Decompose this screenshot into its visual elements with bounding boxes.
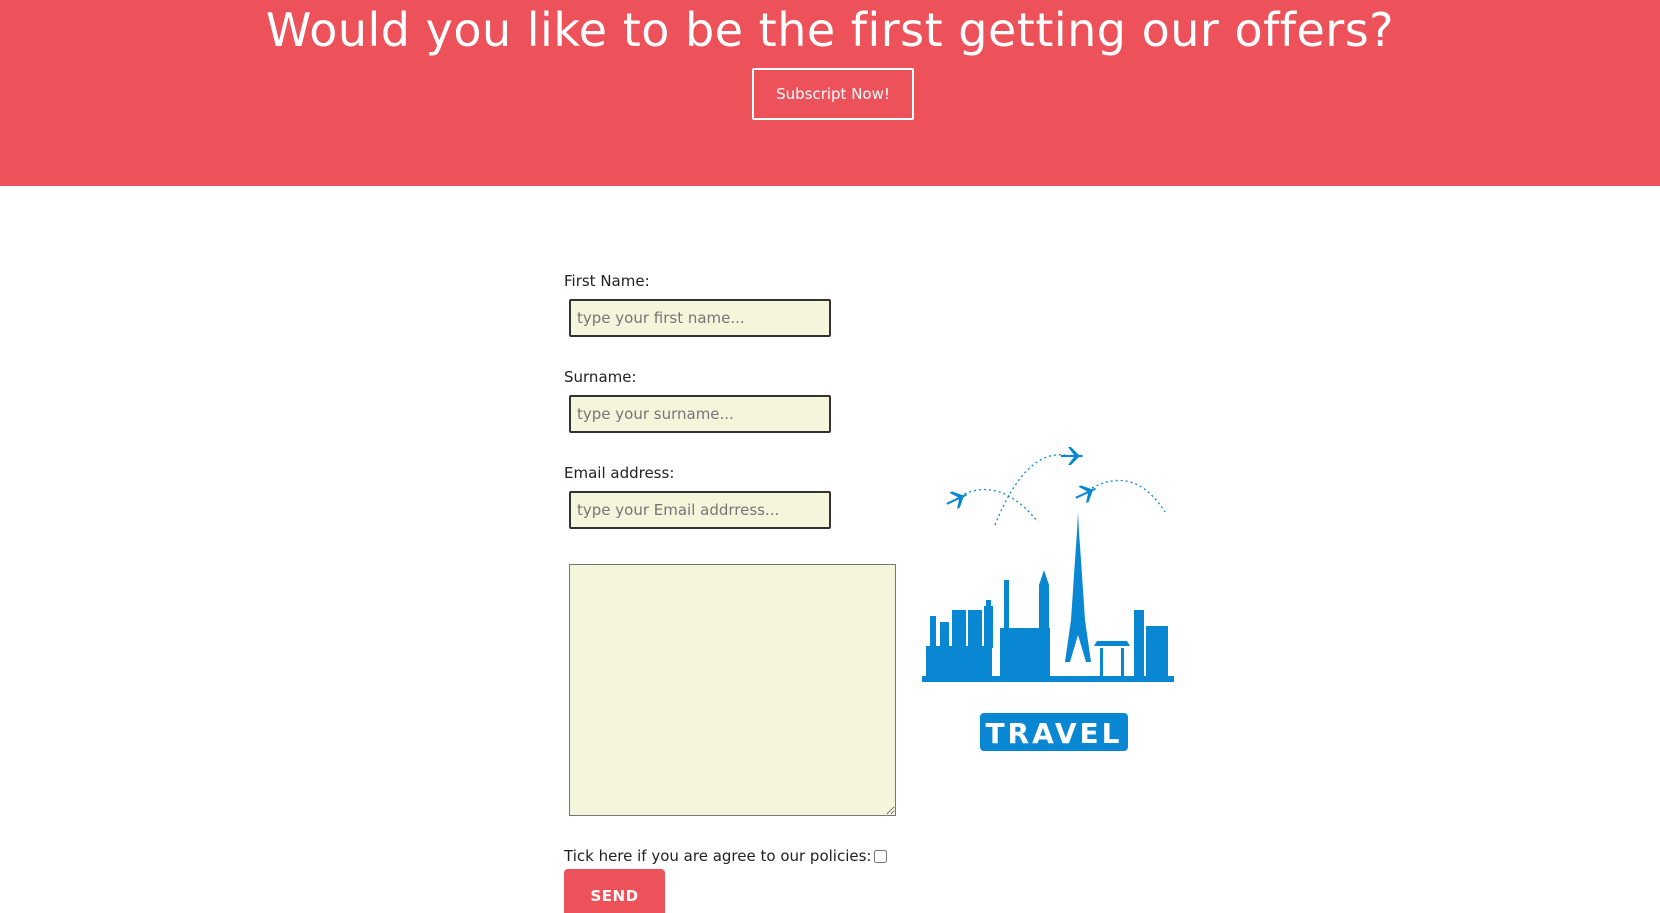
flight-paths bbox=[959, 454, 1166, 526]
airplane-icon bbox=[946, 491, 967, 510]
travel-logo: TRAVEL bbox=[980, 713, 1128, 751]
skyline-icon bbox=[922, 512, 1174, 682]
surname-input[interactable] bbox=[569, 395, 831, 433]
banner-title: Would you like to be the first getting o… bbox=[265, 3, 1395, 57]
policy-row: Tick here if you are agree to our polici… bbox=[564, 847, 888, 865]
first-name-label: First Name: bbox=[564, 272, 650, 290]
travel-illustration: TRAVEL bbox=[922, 447, 1174, 751]
airplane-icon bbox=[1061, 447, 1083, 465]
first-name-input[interactable] bbox=[569, 299, 831, 337]
travel-logo-text: TRAVEL bbox=[985, 717, 1122, 750]
policy-checkbox[interactable] bbox=[874, 849, 888, 863]
email-input[interactable] bbox=[569, 491, 831, 529]
message-textarea[interactable] bbox=[569, 564, 896, 816]
airplane-icon bbox=[1075, 485, 1096, 504]
surname-label: Surname: bbox=[564, 368, 637, 386]
send-button[interactable]: SEND bbox=[564, 869, 665, 913]
subscribe-banner: Would you like to be the first getting o… bbox=[0, 0, 1660, 186]
subscribe-now-button[interactable]: Subscript Now! bbox=[752, 68, 914, 120]
policy-label: Tick here if you are agree to our polici… bbox=[564, 847, 872, 865]
email-label: Email address: bbox=[564, 464, 675, 482]
